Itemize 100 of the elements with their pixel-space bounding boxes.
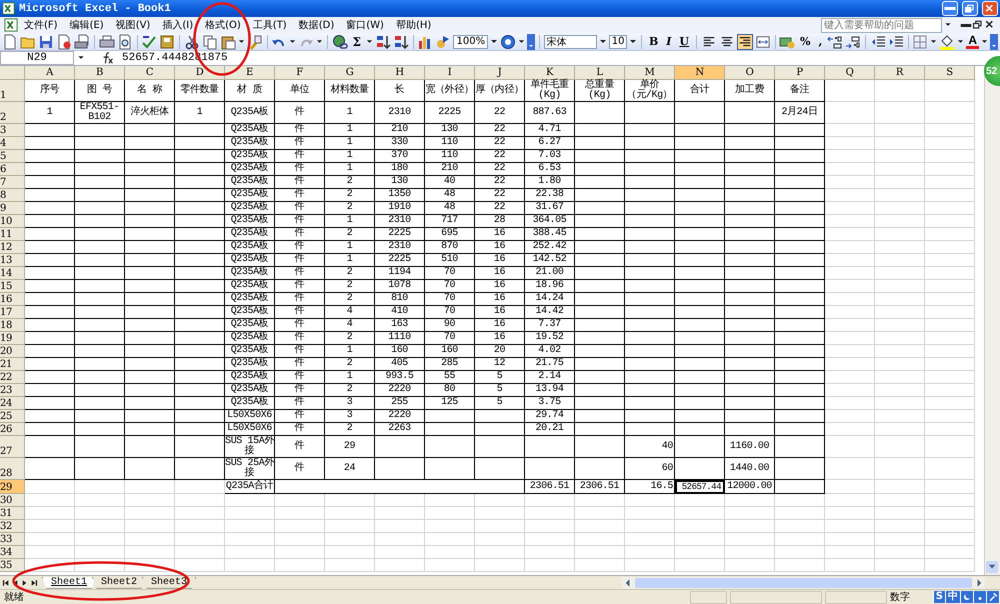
minimize-icon[interactable] — [960, 24, 972, 26]
column-header[interactable]: D — [175, 66, 225, 80]
column-header[interactable]: F — [275, 66, 325, 80]
column-header[interactable]: R — [875, 66, 925, 80]
menu-item[interactable]: 窗口(W) — [340, 18, 390, 32]
row-header[interactable]: 27 — [0, 436, 25, 458]
row-header[interactable]: 23 — [0, 384, 25, 397]
insert-function-icon[interactable] — [101, 51, 115, 65]
menu-item[interactable]: 视图(V) — [110, 18, 156, 32]
print-preview-icon[interactable] — [116, 34, 132, 50]
row-header[interactable]: 10 — [0, 215, 25, 228]
autosum-button[interactable]: Σ — [350, 34, 364, 50]
column-header[interactable]: S — [925, 66, 975, 80]
row-header[interactable]: 26 — [0, 423, 25, 436]
name-box[interactable]: N29 — [0, 51, 74, 65]
column-header[interactable]: O — [725, 66, 775, 80]
row-header[interactable]: 1 — [0, 80, 25, 102]
row-header[interactable]: 18 — [0, 319, 25, 332]
decrease-decimal-icon[interactable] — [845, 34, 862, 50]
sheet-tab[interactable]: Sheet1 — [42, 576, 96, 588]
menu-item[interactable]: 文件(F) — [18, 18, 64, 32]
row-header[interactable]: 29 — [0, 480, 25, 494]
bold-button[interactable]: B — [646, 34, 662, 50]
row-header[interactable]: 31 — [0, 507, 25, 520]
wrench-icon[interactable] — [987, 591, 999, 603]
row-header[interactable]: 24 — [0, 397, 25, 410]
row-header[interactable]: 3 — [0, 124, 25, 137]
spelling-icon[interactable] — [141, 34, 157, 50]
row-header[interactable]: 20 — [0, 345, 25, 358]
merge-center-button[interactable] — [754, 34, 771, 50]
menu-item[interactable]: 工具(T) — [246, 18, 293, 32]
row-header[interactable]: 22 — [0, 371, 25, 384]
last-sheet-icon[interactable] — [29, 578, 38, 588]
row-header[interactable]: 12 — [0, 241, 25, 254]
increase-decimal-icon[interactable] — [827, 34, 844, 50]
shapes-icon[interactable] — [435, 34, 452, 50]
column-header[interactable]: E — [225, 66, 275, 80]
row-header[interactable]: 11 — [0, 228, 25, 241]
row-header[interactable]: 9 — [0, 202, 25, 215]
scroll-down-icon[interactable] — [985, 560, 1000, 575]
italic-button[interactable]: I — [663, 34, 674, 50]
globe-link-icon[interactable] — [332, 34, 348, 50]
row-header[interactable]: 5 — [0, 150, 25, 163]
row-header[interactable]: 28 — [0, 458, 25, 480]
align-right-button[interactable] — [736, 34, 753, 50]
row-header[interactable]: 35 — [0, 559, 25, 572]
excel-workbook-icon[interactable] — [4, 18, 18, 32]
row-header[interactable]: 32 — [0, 520, 25, 533]
ime-button[interactable]: 中 — [946, 591, 960, 603]
number-format-button[interactable]: , — [815, 34, 826, 50]
row-header[interactable]: 14 — [0, 267, 25, 280]
clipboard-icon[interactable] — [220, 34, 236, 50]
increase-indent-icon[interactable] — [888, 34, 904, 50]
column-header[interactable]: A — [25, 66, 75, 80]
row-header[interactable]: 6 — [0, 163, 25, 176]
row-header[interactable]: 16 — [0, 293, 25, 306]
ime-button[interactable]: S — [934, 591, 945, 603]
column-header[interactable]: C — [125, 66, 175, 80]
column-header[interactable]: K — [525, 66, 575, 80]
column-header[interactable]: N — [675, 66, 725, 80]
row-header[interactable]: 34 — [0, 546, 25, 559]
toolbar-options-icon[interactable] — [527, 34, 536, 50]
menu-item[interactable]: 格式(O) — [199, 18, 247, 32]
number-format-button[interactable]: % — [797, 34, 814, 50]
vertical-scrollbar[interactable] — [984, 66, 1000, 575]
font-dropdown[interactable]: 宋体 — [544, 34, 597, 48]
fill-bucket-icon[interactable] — [939, 34, 956, 50]
help-search-field[interactable]: 键入需要帮助的问题 — [821, 18, 942, 32]
underline-button[interactable]: U — [676, 34, 692, 50]
row-header[interactable]: 2 — [0, 102, 25, 124]
column-header[interactable]: P — [775, 66, 825, 80]
column-header[interactable]: G — [325, 66, 375, 80]
minimize-button[interactable] — [942, 1, 958, 16]
column-header[interactable]: H — [375, 66, 425, 80]
row-header[interactable]: 33 — [0, 533, 25, 546]
column-header[interactable]: I — [425, 66, 475, 80]
menu-item[interactable]: 编辑(E) — [64, 18, 110, 32]
row-header[interactable]: 7 — [0, 176, 25, 189]
sort-descending-icon[interactable] — [392, 34, 409, 50]
restore-icon[interactable] — [972, 19, 984, 31]
next-sheet-icon[interactable] — [20, 578, 29, 588]
row-header[interactable]: 25 — [0, 410, 25, 423]
document-print-icon[interactable] — [74, 34, 90, 50]
scissors-icon[interactable] — [184, 34, 200, 50]
printer-icon[interactable] — [98, 34, 114, 50]
row-header[interactable]: 19 — [0, 332, 25, 345]
column-header[interactable]: J — [475, 66, 525, 80]
copy-icon[interactable] — [202, 34, 218, 50]
first-sheet-icon[interactable] — [2, 578, 11, 588]
restore-button[interactable] — [962, 1, 978, 16]
zoom-dropdown[interactable]: 100% — [453, 34, 488, 48]
column-header[interactable]: M — [625, 66, 675, 80]
row-header[interactable]: 15 — [0, 280, 25, 293]
sheet-tab[interactable]: Sheet3 — [142, 576, 196, 588]
row-header[interactable]: 13 — [0, 254, 25, 267]
row-header[interactable]: 21 — [0, 358, 25, 371]
row-header[interactable]: 17 — [0, 306, 25, 319]
row-header[interactable]: 4 — [0, 137, 25, 150]
help-icon[interactable] — [500, 34, 516, 50]
column-header[interactable]: B — [75, 66, 125, 80]
